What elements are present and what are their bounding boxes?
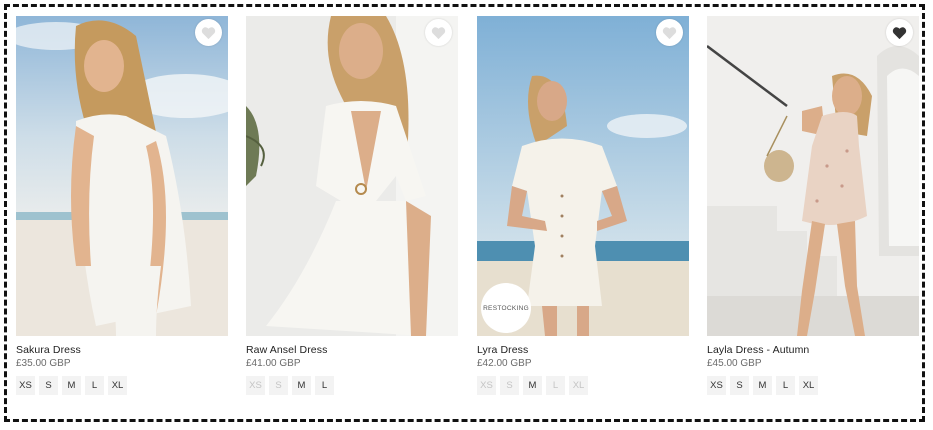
product-image-raw-ansel[interactable] <box>246 16 458 336</box>
size-option-xs[interactable]: XS <box>707 376 726 395</box>
product-card-lyra[interactable]: RESTOCKING Lyra Dress £42.00 GBP <box>477 16 689 369</box>
size-option-xs[interactable]: XS <box>16 376 35 395</box>
size-option-m[interactable]: M <box>523 376 542 395</box>
product-name[interactable]: Raw Ansel Dress <box>246 344 458 356</box>
size-options-sakura: XS S M L XL <box>16 376 127 395</box>
wishlist-button-layla[interactable] <box>886 19 913 46</box>
wishlist-button-raw-ansel[interactable] <box>425 19 452 46</box>
size-option-xl-unavailable[interactable]: XL <box>569 376 588 395</box>
size-option-s[interactable]: S <box>730 376 749 395</box>
size-options-lyra: XS S M L XL <box>477 376 588 395</box>
heart-icon <box>662 26 677 39</box>
size-option-xs-unavailable[interactable]: XS <box>246 376 265 395</box>
heart-icon <box>892 26 907 39</box>
wishlist-button-lyra[interactable] <box>656 19 683 46</box>
size-option-l[interactable]: L <box>315 376 334 395</box>
size-option-xl[interactable]: XL <box>108 376 127 395</box>
size-option-xs-unavailable[interactable]: XS <box>477 376 496 395</box>
size-option-l-unavailable[interactable]: L <box>546 376 565 395</box>
size-options-layla: XS S M L XL <box>707 376 818 395</box>
product-image-lyra[interactable]: RESTOCKING <box>477 16 689 336</box>
size-option-m[interactable]: M <box>753 376 772 395</box>
size-option-s-unavailable[interactable]: S <box>269 376 288 395</box>
product-image-layla[interactable] <box>707 16 919 336</box>
product-card-layla[interactable]: Layla Dress - Autumn £45.00 GBP <box>707 16 919 369</box>
product-name[interactable]: Sakura Dress <box>16 344 228 356</box>
product-price: £45.00 GBP <box>707 358 762 369</box>
size-option-xl[interactable]: XL <box>799 376 818 395</box>
size-option-s[interactable]: S <box>39 376 58 395</box>
restocking-badge: RESTOCKING <box>481 283 531 333</box>
size-option-m[interactable]: M <box>62 376 81 395</box>
size-options-raw-ansel: XS S M L <box>246 376 334 395</box>
size-option-l[interactable]: L <box>85 376 104 395</box>
product-name[interactable]: Lyra Dress <box>477 344 689 356</box>
product-price: £41.00 GBP <box>246 358 301 369</box>
size-option-s-unavailable[interactable]: S <box>500 376 519 395</box>
product-name[interactable]: Layla Dress - Autumn <box>707 344 919 356</box>
heart-icon <box>431 26 446 39</box>
product-card-sakura[interactable]: Sakura Dress £35.00 GBP <box>16 16 228 369</box>
product-price: £35.00 GBP <box>16 358 71 369</box>
product-card-raw-ansel[interactable]: Raw Ansel Dress £41.00 GBP <box>246 16 458 369</box>
product-price: £42.00 GBP <box>477 358 532 369</box>
product-image-sakura[interactable] <box>16 16 228 336</box>
heart-icon <box>201 26 216 39</box>
size-option-l[interactable]: L <box>776 376 795 395</box>
size-option-m[interactable]: M <box>292 376 311 395</box>
wishlist-button-sakura[interactable] <box>195 19 222 46</box>
